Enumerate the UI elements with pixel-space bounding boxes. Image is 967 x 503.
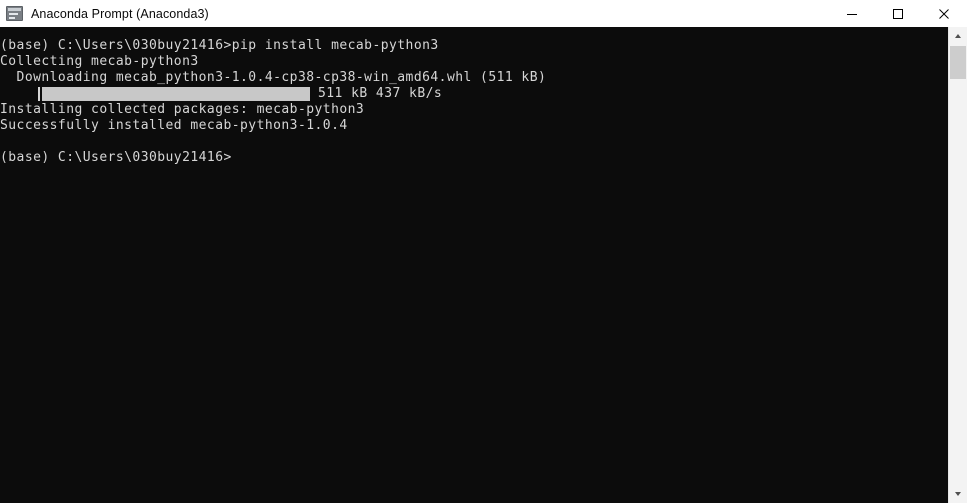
close-button[interactable] bbox=[921, 0, 967, 27]
progress-bar-tick bbox=[38, 87, 40, 101]
console-line-installing: Installing collected packages: mecab-pyt… bbox=[0, 102, 365, 117]
maximize-icon bbox=[893, 8, 903, 19]
close-icon bbox=[939, 8, 949, 19]
title-bar[interactable]: Anaconda Prompt (Anaconda3) bbox=[0, 0, 967, 27]
scroll-up-button[interactable] bbox=[949, 27, 967, 45]
download-progress-line: 511 kB 437 kB/s bbox=[0, 86, 948, 102]
vertical-scrollbar[interactable] bbox=[948, 27, 967, 503]
console-line-downloading: Downloading mecab_python3-1.0.4-cp38-cp3… bbox=[0, 70, 547, 85]
console-lines: (base) C:\Users\030buy21416>pip install … bbox=[0, 38, 948, 166]
minimize-icon bbox=[847, 13, 857, 15]
window-title: Anaconda Prompt (Anaconda3) bbox=[31, 6, 209, 21]
console-line-prompt: (base) C:\Users\030buy21416> bbox=[0, 150, 232, 165]
download-stats-text: 511 kB 437 kB/s bbox=[318, 86, 443, 101]
scroll-down-button[interactable] bbox=[949, 485, 967, 503]
scrollbar-thumb[interactable] bbox=[950, 46, 966, 79]
anaconda-prompt-window: Anaconda Prompt (Anaconda3) (base) C:\Us… bbox=[0, 0, 967, 503]
console-output-area[interactable]: (base) C:\Users\030buy21416>pip install … bbox=[0, 27, 948, 503]
scroll-up-arrow-icon bbox=[955, 34, 961, 38]
progress-bar-fill bbox=[42, 87, 310, 101]
minimize-button[interactable] bbox=[829, 0, 875, 27]
console-icon bbox=[6, 6, 23, 21]
console-line-command: (base) C:\Users\030buy21416>pip install … bbox=[0, 38, 439, 53]
window-controls bbox=[829, 0, 967, 27]
scroll-down-arrow-icon bbox=[955, 492, 961, 496]
console-line-collecting: Collecting mecab-python3 bbox=[0, 54, 199, 69]
maximize-button[interactable] bbox=[875, 0, 921, 27]
console-line-success: Successfully installed mecab-python3-1.0… bbox=[0, 118, 348, 133]
progress-bar bbox=[38, 87, 310, 101]
